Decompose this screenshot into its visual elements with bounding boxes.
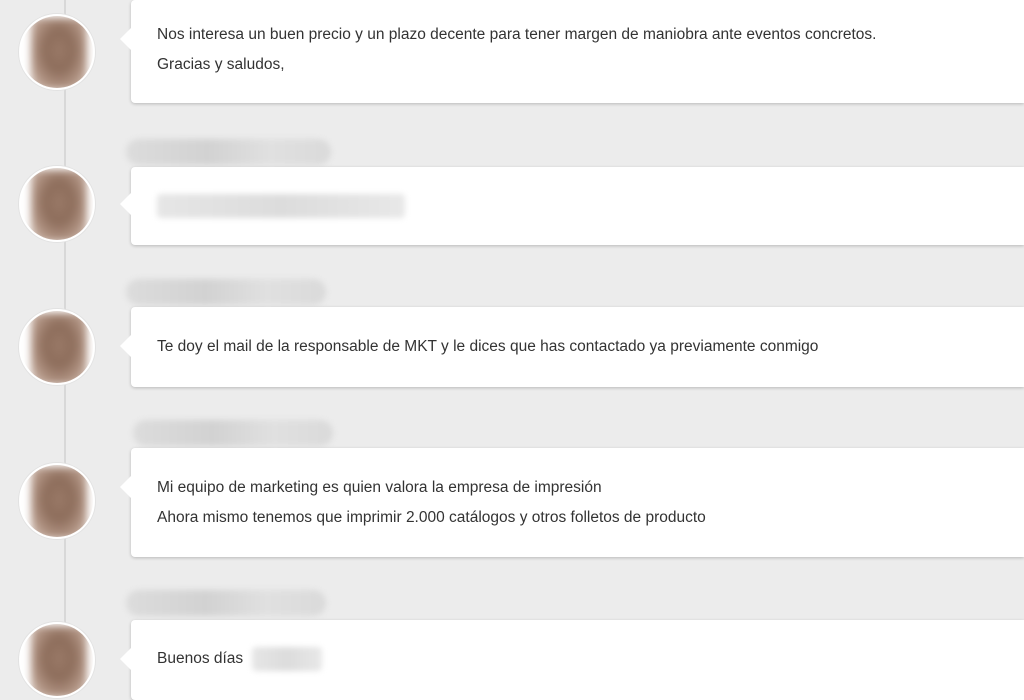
avatar-photo bbox=[31, 626, 87, 696]
greeting-text: Buenos días bbox=[157, 650, 244, 667]
sender-name-redacted bbox=[126, 590, 326, 616]
avatar bbox=[19, 622, 95, 698]
avatar-photo bbox=[31, 467, 87, 537]
message-text: Gracias y saludos, bbox=[157, 56, 285, 73]
message-bubble: Buenos días bbox=[120, 620, 1024, 700]
message-bubble: Mi equipo de marketing es quien valora l… bbox=[120, 448, 1024, 557]
avatar-photo bbox=[31, 170, 87, 240]
sender-name-redacted bbox=[126, 279, 326, 305]
redacted-message bbox=[157, 194, 405, 218]
message-text: Ahora mismo tenemos que imprimir 2.000 c… bbox=[157, 509, 706, 526]
avatar-photo bbox=[31, 313, 87, 383]
sender-name-redacted bbox=[126, 139, 331, 165]
message-bubble bbox=[120, 167, 1024, 245]
sender-name-redacted bbox=[133, 420, 333, 446]
message-text: Te doy el mail de la responsable de MKT … bbox=[157, 338, 819, 355]
redacted-name bbox=[251, 646, 322, 671]
avatar bbox=[19, 166, 95, 242]
avatar bbox=[19, 309, 95, 385]
message-text: Buenos días bbox=[157, 644, 1024, 674]
message-text: Nos interesa un buen precio y un plazo d… bbox=[157, 26, 877, 43]
avatar bbox=[19, 463, 95, 539]
message-text: Mi equipo de marketing es quien valora l… bbox=[157, 479, 602, 496]
avatar bbox=[19, 14, 95, 90]
avatar-photo bbox=[31, 18, 87, 88]
message-bubble: Te doy el mail de la responsable de MKT … bbox=[120, 307, 1024, 387]
message-bubble: Nos interesa un buen precio y un plazo d… bbox=[120, 0, 1024, 103]
